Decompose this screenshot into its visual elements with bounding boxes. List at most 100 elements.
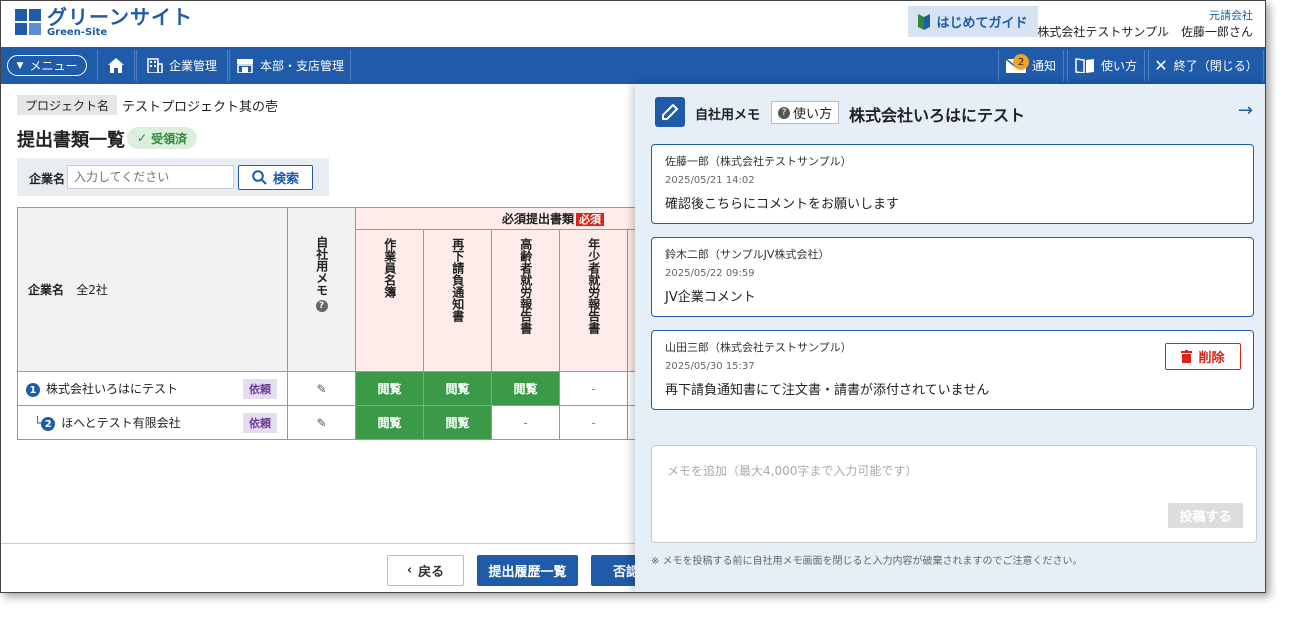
company-mgmt-label: 企業管理 xyxy=(168,59,217,73)
table-row: └ 2 ほへとテスト有限会社 依頼 ✎ 閲覧 閲覧 - - xyxy=(17,405,668,440)
empty-cell: - xyxy=(559,371,628,406)
company-cell[interactable]: 1 株式会社いろはにテスト 依頼 xyxy=(17,371,288,406)
row-number-badge: 1 xyxy=(26,383,40,398)
memo-body: 確認後こちらにコメントをお願いします xyxy=(665,197,900,212)
project-name: テストプロジェクト其の壱 xyxy=(122,100,279,115)
doc-header-4: 年少者就労報告書 xyxy=(559,229,628,372)
menu-button[interactable]: ▼ メニュー xyxy=(7,55,87,76)
trash-icon xyxy=(1181,350,1193,363)
doc-header-label: 作業員名簿 xyxy=(382,238,397,298)
edit-memo-icon[interactable]: ✎ xyxy=(316,382,326,396)
doc-header-3: 高齢者就労報告書 xyxy=(491,229,560,372)
submission-history-button[interactable]: 提出履歴一覧 xyxy=(477,555,578,586)
memo-entry: 山田三郎（株式会社テストサンプル） 2025/05/30 15:37 再下請負通… xyxy=(651,330,1254,410)
search-icon xyxy=(252,170,267,185)
company-column-header: 企業名 全2社 xyxy=(17,207,288,372)
memo-cell[interactable]: ✎ xyxy=(287,405,356,440)
nav-bar: ▼ メニュー 企業管理 本部・支店管理 2 通知 使い方 ✕ 終了（閉じる） xyxy=(1,47,1265,84)
status-label: 受領済 xyxy=(151,131,188,146)
project-label: プロジェクト名 xyxy=(17,95,118,115)
request-badge: 依頼 xyxy=(243,379,277,399)
back-label: 戻る xyxy=(418,565,445,580)
menu-label: メニュー xyxy=(29,59,78,73)
notification-count-badge: 2 xyxy=(1013,54,1029,70)
branch-mgmt-button[interactable]: 本部・支店管理 xyxy=(229,50,351,81)
notification-label: 通知 xyxy=(1031,59,1056,73)
status-badge: ✓ 受領済 xyxy=(127,127,198,149)
logo[interactable]: グリーンサイト Green-Site xyxy=(15,7,193,38)
row-number-badge: 2 xyxy=(41,417,56,432)
memo-author: 佐藤一郎（株式会社テストサンプル） xyxy=(665,155,852,168)
view-cell[interactable]: 閲覧 xyxy=(423,405,492,440)
child-connector: └ xyxy=(34,415,42,430)
table-row: 1 株式会社いろはにテスト 依頼 ✎ 閲覧 閲覧 閲覧 - xyxy=(17,371,668,406)
memo-usage-button[interactable]: ? 使い方 xyxy=(771,101,840,124)
memo-cell[interactable]: ✎ xyxy=(287,371,356,406)
edit-memo-icon[interactable]: ✎ xyxy=(316,416,326,430)
caret-down-icon: ▼ xyxy=(16,60,24,71)
usage-button[interactable]: 使い方 xyxy=(1067,50,1145,81)
company-name: ほへとテスト有限会社 xyxy=(61,415,181,430)
chevron-left-icon: ‹ xyxy=(406,563,413,578)
memo-body: 再下請負通知書にて注文書・請書が添付されていません xyxy=(665,383,990,398)
memo-author: 山田三郎（株式会社テストサンプル） xyxy=(665,341,852,354)
view-cell[interactable]: 閲覧 xyxy=(491,371,560,406)
beginner-guide-button[interactable]: はじめてガイド xyxy=(908,6,1038,37)
exit-button[interactable]: ✕ 終了（閉じる） xyxy=(1148,50,1264,81)
top-header: グリーンサイト Green-Site はじめてガイド 元請会社 株式会社テストサ… xyxy=(1,1,1265,47)
required-docs-label: 必須提出書類 xyxy=(502,212,575,226)
back-button[interactable]: ‹ 戻る xyxy=(387,555,464,586)
view-cell[interactable]: 閲覧 xyxy=(423,371,492,406)
user-info: 株式会社テストサンプル 佐藤一郎さん xyxy=(1037,23,1253,40)
usage-label: 使い方 xyxy=(1100,59,1137,73)
memo-entry: 佐藤一郎（株式会社テストサンプル） 2025/05/21 14:02 確認後こち… xyxy=(651,144,1254,224)
logo-subtitle: Green-Site xyxy=(47,27,108,38)
company-header-label: 企業名 xyxy=(28,283,65,297)
company-mgmt-button[interactable]: 企業管理 xyxy=(136,50,228,81)
delete-label: 削除 xyxy=(1198,351,1225,366)
close-icon: ✕ xyxy=(1154,56,1168,75)
notification-button[interactable]: 2 通知 xyxy=(998,50,1064,81)
company-cell[interactable]: └ 2 ほへとテスト有限会社 依頼 xyxy=(17,405,288,440)
doc-header-1: 作業員名簿 xyxy=(355,229,424,372)
memo-notice: ※ メモを投稿する前に自社用メモ画面を閉じると入力内容が破棄されますのでご注意く… xyxy=(651,556,1083,567)
company-name: 株式会社いろはにテスト xyxy=(46,381,179,396)
doc-header-label: 年少者就労報告書 xyxy=(586,238,601,334)
app-window: グリーンサイト Green-Site はじめてガイド 元請会社 株式会社テストサ… xyxy=(0,0,1266,593)
memo-header-label: 自社用メモ xyxy=(314,236,329,296)
memo-column-header: 自社用メモ ? xyxy=(287,207,356,372)
search-button[interactable]: 検索 xyxy=(238,165,313,190)
arrow-right-icon[interactable]: → xyxy=(1238,100,1253,121)
company-count: 全2社 xyxy=(76,283,108,297)
required-docs-header: 必須提出書類 必須 xyxy=(355,207,668,230)
check-icon: ✓ xyxy=(137,131,148,145)
company-search-input[interactable] xyxy=(67,165,234,189)
memo-date: 2025/05/30 15:37 xyxy=(665,361,755,372)
help-icon[interactable]: ? xyxy=(315,300,328,312)
memo-company-name: 株式会社いろはにテスト xyxy=(849,106,1026,125)
request-badge: 依頼 xyxy=(243,413,277,433)
view-cell[interactable]: 閲覧 xyxy=(355,371,424,406)
logo-icon xyxy=(15,8,43,37)
memo-textarea[interactable]: メモを追加（最大4,000字まで入力可能です） 投稿する xyxy=(651,445,1257,543)
beginner-mark-icon xyxy=(918,13,931,30)
memo-edit-icon xyxy=(655,97,685,127)
doc-header-2: 再下請負通知書 xyxy=(423,229,492,372)
doc-header-label: 再下請負通知書 xyxy=(450,238,465,322)
search-button-label: 検索 xyxy=(272,172,299,187)
empty-cell: - xyxy=(491,405,560,440)
user-name: 佐藤一郎さん xyxy=(1180,25,1253,39)
empty-cell: - xyxy=(559,405,628,440)
page-title: 提出書類一覧 xyxy=(17,130,125,151)
exit-label: 終了（閉じる） xyxy=(1173,59,1258,73)
view-cell[interactable]: 閲覧 xyxy=(355,405,424,440)
home-icon xyxy=(108,58,124,73)
branch-mgmt-label: 本部・支店管理 xyxy=(259,59,344,73)
search-panel: 企業名 検索 xyxy=(17,158,329,196)
delete-memo-button[interactable]: 削除 xyxy=(1165,343,1241,370)
memo-entry: 鈴木二郎（サンプルJV株式会社） 2025/05/22 09:59 JV企業コメ… xyxy=(651,237,1254,317)
search-label: 企業名 xyxy=(29,172,66,186)
help-icon: ? xyxy=(778,106,790,119)
home-button[interactable] xyxy=(97,50,135,81)
post-memo-button[interactable]: 投稿する xyxy=(1168,503,1243,528)
